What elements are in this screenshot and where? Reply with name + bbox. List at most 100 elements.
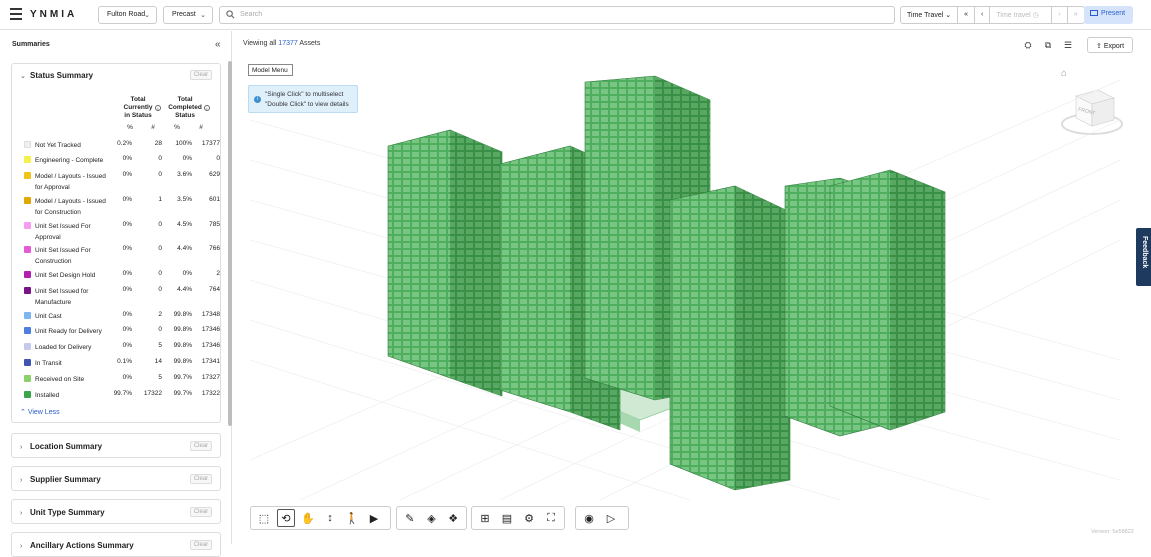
completed-pct: 99.8%	[173, 326, 192, 333]
navigation-toolbar: ⬚ ⟲ ✋ ↕ 🚶 ▶	[250, 506, 391, 530]
building-model[interactable]	[240, 60, 1120, 500]
current-count: 0	[158, 245, 162, 252]
camera-icon[interactable]: ▶	[365, 509, 383, 527]
discipline-dropdown[interactable]: Precast ⌄	[163, 6, 213, 24]
current-count: 5	[158, 374, 162, 381]
current-pct: 0%	[122, 286, 132, 293]
play-icon[interactable]: ▷	[602, 509, 620, 527]
completed-pct: 4.4%	[177, 245, 192, 252]
eye-icon[interactable]: ◉	[580, 509, 598, 527]
completed-pct: 99.8%	[173, 358, 192, 365]
menu-icon[interactable]	[10, 8, 22, 20]
chevron-right-icon: ›	[20, 543, 23, 550]
project-dropdown[interactable]: Fulton Road ⌄	[98, 6, 157, 24]
col-header-completed-label: Total Completed Status	[168, 96, 202, 119]
skip-forward-icon[interactable]: »	[1068, 7, 1084, 23]
fullscreen-icon[interactable]: ⛶	[542, 509, 560, 527]
current-count: 0	[158, 221, 162, 228]
current-count: 2	[158, 311, 162, 318]
completed-pct: 0%	[182, 270, 192, 277]
time-travel-input-placeholder: Time travel	[996, 12, 1031, 19]
col-header-completed: Total Completed Status	[166, 96, 204, 120]
walk-icon[interactable]: 🚶	[343, 509, 361, 527]
status-color-swatch	[24, 141, 31, 148]
zoom-icon[interactable]: ↕	[321, 509, 339, 527]
ancillary-summary-header[interactable]: › Ancillary Actions Summary	[20, 541, 134, 550]
status-label: Loaded for Delivery	[35, 344, 92, 351]
completed-count: 17322	[201, 390, 220, 397]
time-travel-controls: Time Travel ⌄ « ‹ Time travel ◷ › »	[900, 6, 1085, 24]
info-icon[interactable]: i	[204, 105, 210, 111]
settings-icon[interactable]: ⚙	[520, 509, 538, 527]
top-bar: YNMIA Fulton Road ⌄ Precast ⌄ Search Tim…	[0, 0, 1151, 30]
completed-count: 17348	[201, 311, 220, 318]
select-icon[interactable]: ⬚	[255, 509, 273, 527]
location-summary-card[interactable]: › Location Summary Clear	[11, 433, 221, 458]
model-tree-icon[interactable]: ⧉	[1040, 38, 1056, 52]
feedback-tab[interactable]: Feedback	[1136, 228, 1151, 286]
panel-title: Summaries	[12, 41, 50, 48]
current-pct: 0%	[122, 171, 132, 178]
panel-scrollbar[interactable]	[228, 61, 232, 426]
skip-back-icon[interactable]: «	[958, 7, 976, 23]
layers-icon[interactable]: ⛭	[1020, 38, 1036, 52]
supplier-summary-header[interactable]: › Supplier Summary	[20, 475, 101, 484]
current-pct: 0.2%	[117, 140, 132, 147]
explode-icon[interactable]: ❖	[444, 509, 462, 527]
time-travel-label: Time Travel	[907, 12, 944, 19]
status-summary-header[interactable]: ⌄ Status Summary	[20, 71, 93, 80]
orbit-icon[interactable]: ⟲	[277, 509, 295, 527]
completed-pct: 4.4%	[177, 286, 192, 293]
status-color-swatch	[24, 287, 31, 294]
completed-count: 2	[216, 270, 220, 277]
search-input[interactable]: Search	[219, 6, 895, 24]
status-color-swatch	[24, 197, 31, 204]
clear-button[interactable]: Clear	[190, 474, 212, 484]
monitor-icon	[1090, 10, 1098, 16]
properties-icon[interactable]: ▤	[498, 509, 516, 527]
time-travel-dropdown[interactable]: Time Travel ⌄	[901, 7, 959, 23]
chevron-down-icon: ⌄	[20, 73, 26, 80]
status-label: Unit Ready for Delivery	[35, 328, 102, 335]
asset-count[interactable]: 17377	[278, 40, 297, 47]
status-label: Unit Cast	[35, 313, 62, 320]
measure-toolbar: ✎ ◈ ❖	[396, 506, 467, 530]
current-count: 0	[158, 171, 162, 178]
status-color-swatch	[24, 327, 31, 334]
status-color-swatch	[24, 246, 31, 253]
unit-type-summary-header[interactable]: › Unit Type Summary	[20, 508, 105, 517]
pan-icon[interactable]: ✋	[299, 509, 317, 527]
status-label: Unit Set Issued for Manufacture	[35, 288, 89, 306]
step-back-icon[interactable]: ‹	[975, 7, 991, 23]
list-icon[interactable]: ☰	[1060, 38, 1076, 52]
status-label: Unit Set Design Hold	[35, 272, 96, 279]
chevron-right-icon: ›	[20, 477, 23, 484]
step-forward-icon[interactable]: ›	[1052, 7, 1068, 23]
info-icon[interactable]: i	[155, 105, 161, 111]
export-button[interactable]: ⇪ Export	[1087, 37, 1133, 53]
completed-count: 0	[216, 155, 220, 162]
clear-button[interactable]: Clear	[190, 507, 212, 517]
time-travel-input[interactable]: Time travel ◷	[990, 7, 1053, 23]
completed-count: 17327	[201, 374, 220, 381]
unit-type-summary-card[interactable]: › Unit Type Summary Clear	[11, 499, 221, 524]
completed-count: 629	[209, 171, 220, 178]
supplier-summary-card[interactable]: › Supplier Summary Clear	[11, 466, 221, 491]
collapse-panel-icon[interactable]: «	[215, 39, 221, 50]
clear-button[interactable]: Clear	[190, 70, 212, 80]
location-summary-header[interactable]: › Location Summary	[20, 442, 102, 451]
current-count: 0	[158, 326, 162, 333]
ancillary-summary-card[interactable]: › Ancillary Actions Summary Clear	[11, 532, 221, 557]
structure-icon[interactable]: ⊞	[476, 509, 494, 527]
section-icon[interactable]: ◈	[423, 509, 441, 527]
measure-icon[interactable]: ✎	[401, 509, 419, 527]
col-sub-num: #	[199, 124, 203, 131]
view-tools: ⛭ ⧉ ☰	[1020, 38, 1078, 54]
clear-button[interactable]: Clear	[190, 540, 212, 550]
view-less-link[interactable]: ⌃ View Less	[20, 408, 60, 416]
col-sub-pct: %	[127, 124, 133, 131]
project-dropdown-label: Fulton Road	[107, 11, 146, 18]
clear-button[interactable]: Clear	[190, 441, 212, 451]
col-header-currently: Total Currently in Status	[120, 96, 156, 120]
present-button[interactable]: Present	[1084, 6, 1133, 24]
